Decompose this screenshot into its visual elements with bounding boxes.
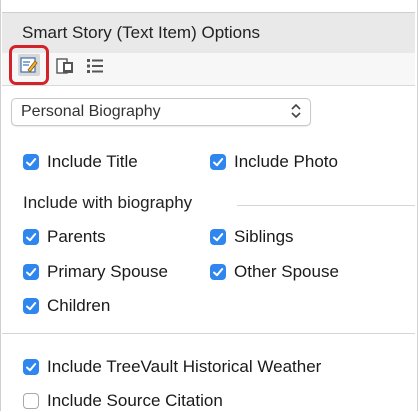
include-photo-label: Include Photo	[234, 152, 338, 171]
children-label: Children	[47, 296, 111, 315]
checkbox-unchecked-icon	[23, 393, 39, 409]
checkbox-checked-icon	[23, 359, 39, 375]
checkbox-checked-icon	[23, 298, 39, 314]
list-icon	[85, 56, 105, 81]
parents-checkbox[interactable]: Parents	[23, 227, 106, 247]
include-title-checkbox[interactable]: Include Title	[23, 152, 138, 172]
checkbox-checked-icon	[23, 264, 39, 280]
children-checkbox[interactable]: Children	[23, 296, 110, 316]
story-type-value: Personal Biography	[21, 103, 161, 120]
section-divider	[237, 205, 415, 206]
edit-text-icon	[18, 54, 40, 76]
list-tool-button[interactable]	[82, 55, 108, 81]
biography-section-heading: Include with biography	[23, 193, 193, 212]
include-title-label: Include Title	[47, 152, 138, 171]
chevron-up-down-icon	[290, 102, 302, 125]
document-image-icon	[55, 56, 75, 81]
primary-spouse-checkbox[interactable]: Primary Spouse	[23, 262, 168, 282]
historical-weather-checkbox[interactable]: Include TreeVault Historical Weather	[23, 357, 321, 377]
other-spouse-checkbox[interactable]: Other Spouse	[210, 262, 339, 282]
panel-title: Smart Story (Text Item) Options	[22, 23, 261, 42]
checkbox-checked-icon	[23, 154, 39, 170]
parents-label: Parents	[47, 227, 106, 246]
edit-text-tool-button[interactable]	[9, 45, 49, 85]
smart-story-options-panel: Smart Story (Text Item) Options Personal…	[0, 0, 418, 411]
include-photo-checkbox[interactable]: Include Photo	[210, 152, 338, 172]
checkbox-checked-icon	[210, 264, 226, 280]
siblings-label: Siblings	[234, 227, 294, 246]
panel-toolbar	[2, 45, 415, 86]
siblings-checkbox[interactable]: Siblings	[210, 227, 294, 247]
primary-spouse-label: Primary Spouse	[47, 262, 168, 281]
document-image-tool-button[interactable]	[52, 55, 78, 81]
checkbox-checked-icon	[210, 229, 226, 245]
options-divider	[2, 333, 415, 334]
source-citation-checkbox[interactable]: Include Source Citation	[23, 391, 223, 411]
checkbox-checked-icon	[210, 154, 226, 170]
historical-weather-label: Include TreeVault Historical Weather	[47, 357, 322, 376]
panel-header: Smart Story (Text Item) Options	[2, 12, 415, 54]
source-citation-label: Include Source Citation	[47, 391, 223, 410]
story-type-select[interactable]: Personal Biography	[11, 98, 311, 126]
checkbox-checked-icon	[23, 229, 39, 245]
other-spouse-label: Other Spouse	[234, 262, 339, 281]
